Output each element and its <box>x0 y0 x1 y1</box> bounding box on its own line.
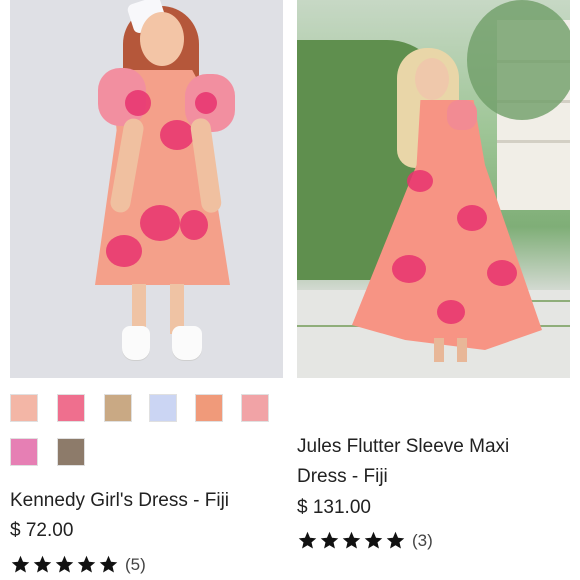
product-image-jules[interactable] <box>297 0 570 378</box>
flower-print <box>195 92 217 114</box>
product-card-kennedy[interactable]: Kennedy Girl's Dress - Fiji $ 72.00 (5) <box>10 0 283 574</box>
rating-row[interactable]: (5) <box>10 554 146 575</box>
product-title[interactable]: Kennedy Girl's Dress - Fiji <box>10 486 229 516</box>
swatch-2[interactable] <box>57 394 85 422</box>
building-balcony <box>497 140 570 143</box>
flower-print <box>125 90 151 116</box>
star-icon <box>364 531 383 549</box>
flower-print <box>487 260 517 286</box>
sandal-left <box>122 326 150 360</box>
swatch-1[interactable] <box>10 394 38 422</box>
star-icon <box>55 555 74 573</box>
product-title-line-2[interactable]: Dress - Fiji <box>297 462 388 492</box>
swatch-7[interactable] <box>10 438 38 466</box>
star-icon <box>99 555 118 573</box>
product-card-jules[interactable]: Jules Flutter Sleeve Maxi Dress - Fiji $… <box>297 0 570 550</box>
flower-print <box>106 235 142 267</box>
flutter-sleeve <box>447 100 477 130</box>
swatch-3[interactable] <box>104 394 132 422</box>
palm-tree <box>467 0 570 120</box>
flower-print <box>457 205 487 231</box>
review-count: (5) <box>125 554 146 574</box>
product-price: $ 72.00 <box>10 520 74 541</box>
sandal-right <box>172 326 202 360</box>
woman-face <box>415 58 449 100</box>
star-icon <box>342 531 361 549</box>
star-icon <box>386 531 405 549</box>
leg-right <box>457 338 467 362</box>
star-icon <box>320 531 339 549</box>
swatch-8[interactable] <box>57 438 85 466</box>
product-image-kennedy[interactable] <box>10 0 283 378</box>
review-count: (3) <box>412 530 433 550</box>
star-rating <box>297 530 407 551</box>
leg-left <box>434 338 444 362</box>
flower-print <box>407 170 433 192</box>
product-title-line-1[interactable]: Jules Flutter Sleeve Maxi <box>297 432 509 462</box>
girl-face <box>140 12 184 66</box>
swatch-6[interactable] <box>241 394 269 422</box>
flower-print <box>180 210 208 240</box>
swatch-5[interactable] <box>195 394 223 422</box>
swatch-4[interactable] <box>149 394 177 422</box>
star-icon <box>11 555 30 573</box>
flower-print <box>140 205 180 241</box>
star-icon <box>77 555 96 573</box>
flower-print <box>437 300 465 324</box>
rating-row[interactable]: (3) <box>297 530 433 551</box>
flower-print <box>160 120 194 150</box>
star-rating <box>10 554 120 575</box>
product-price: $ 131.00 <box>297 497 371 518</box>
star-icon <box>298 531 317 549</box>
star-icon <box>33 555 52 573</box>
flower-print <box>392 255 426 283</box>
